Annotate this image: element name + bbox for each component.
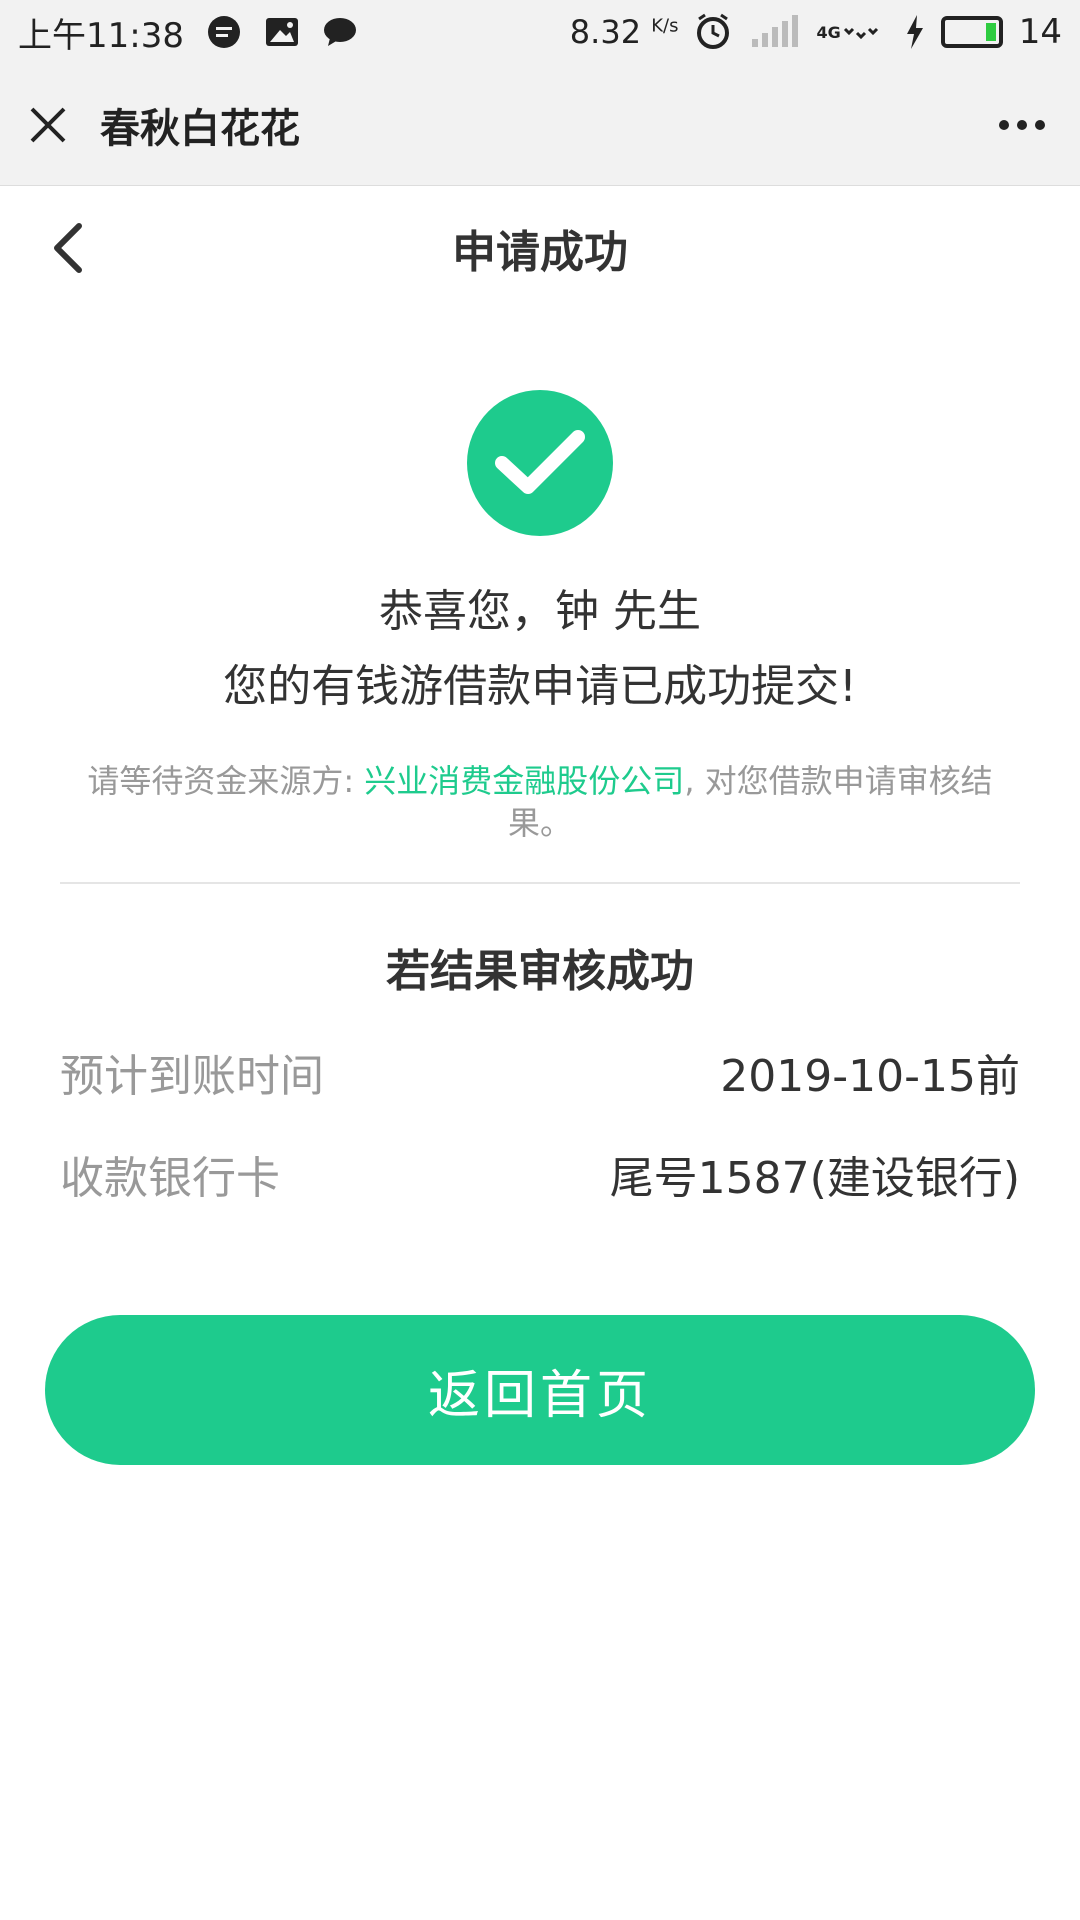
return-home-button[interactable]: 返回首页 xyxy=(45,1315,1035,1465)
page-nav-bar: 申请成功 xyxy=(0,186,1080,310)
back-chevron-icon[interactable] xyxy=(36,216,100,280)
section-title: 若结果审核成功 xyxy=(386,946,694,997)
charging-bolt-icon xyxy=(905,15,925,49)
detail-row-arrival-time: 预计到账时间 2019-10-15前 xyxy=(60,1040,1020,1104)
message-app-icon xyxy=(206,14,242,50)
success-check-icon xyxy=(467,390,613,536)
close-icon[interactable] xyxy=(28,105,68,145)
app-title: 春秋白花花 xyxy=(100,105,300,152)
lender-company: 兴业消费金融股份公司 xyxy=(364,762,685,800)
greeting-text: 恭喜您，钟 先生 xyxy=(379,586,701,637)
divider xyxy=(60,882,1020,884)
status-time: 上午11:38 xyxy=(18,15,184,56)
detail-value: 尾号1587(建设银行) xyxy=(609,1153,1020,1204)
detail-row-bank-card: 收款银行卡 尾号1587(建设银行) xyxy=(60,1142,1020,1206)
app-header: 春秋白花花 xyxy=(0,64,1080,186)
battery-icon xyxy=(940,16,1003,48)
alarm-clock-icon xyxy=(694,13,732,51)
submission-message: 您的有钱游借款申请已成功提交! xyxy=(223,661,857,712)
network-speed: 8.32 K/s xyxy=(569,13,679,51)
note-prefix: 请等待资金来源方: xyxy=(87,762,365,800)
detail-label: 收款银行卡 xyxy=(60,1153,280,1204)
page-title: 申请成功 xyxy=(452,227,628,278)
battery-level: 14 xyxy=(1018,12,1062,52)
more-options-icon[interactable] xyxy=(992,95,1052,155)
detail-label: 预计到账时间 xyxy=(60,1051,324,1102)
network-4g-icon: 4G xyxy=(816,17,888,47)
detail-value: 2019-10-15前 xyxy=(720,1051,1020,1102)
chat-bubble-icon xyxy=(322,16,358,48)
signal-bars-icon xyxy=(748,15,800,49)
review-note: 请等待资金来源方: 兴业消费金融股份公司, 对您借款申请审核结果。 xyxy=(60,760,1020,844)
status-bar: 上午11:38 8.32 K/s 4G 14 xyxy=(0,0,1080,64)
image-notification-icon xyxy=(264,16,300,48)
